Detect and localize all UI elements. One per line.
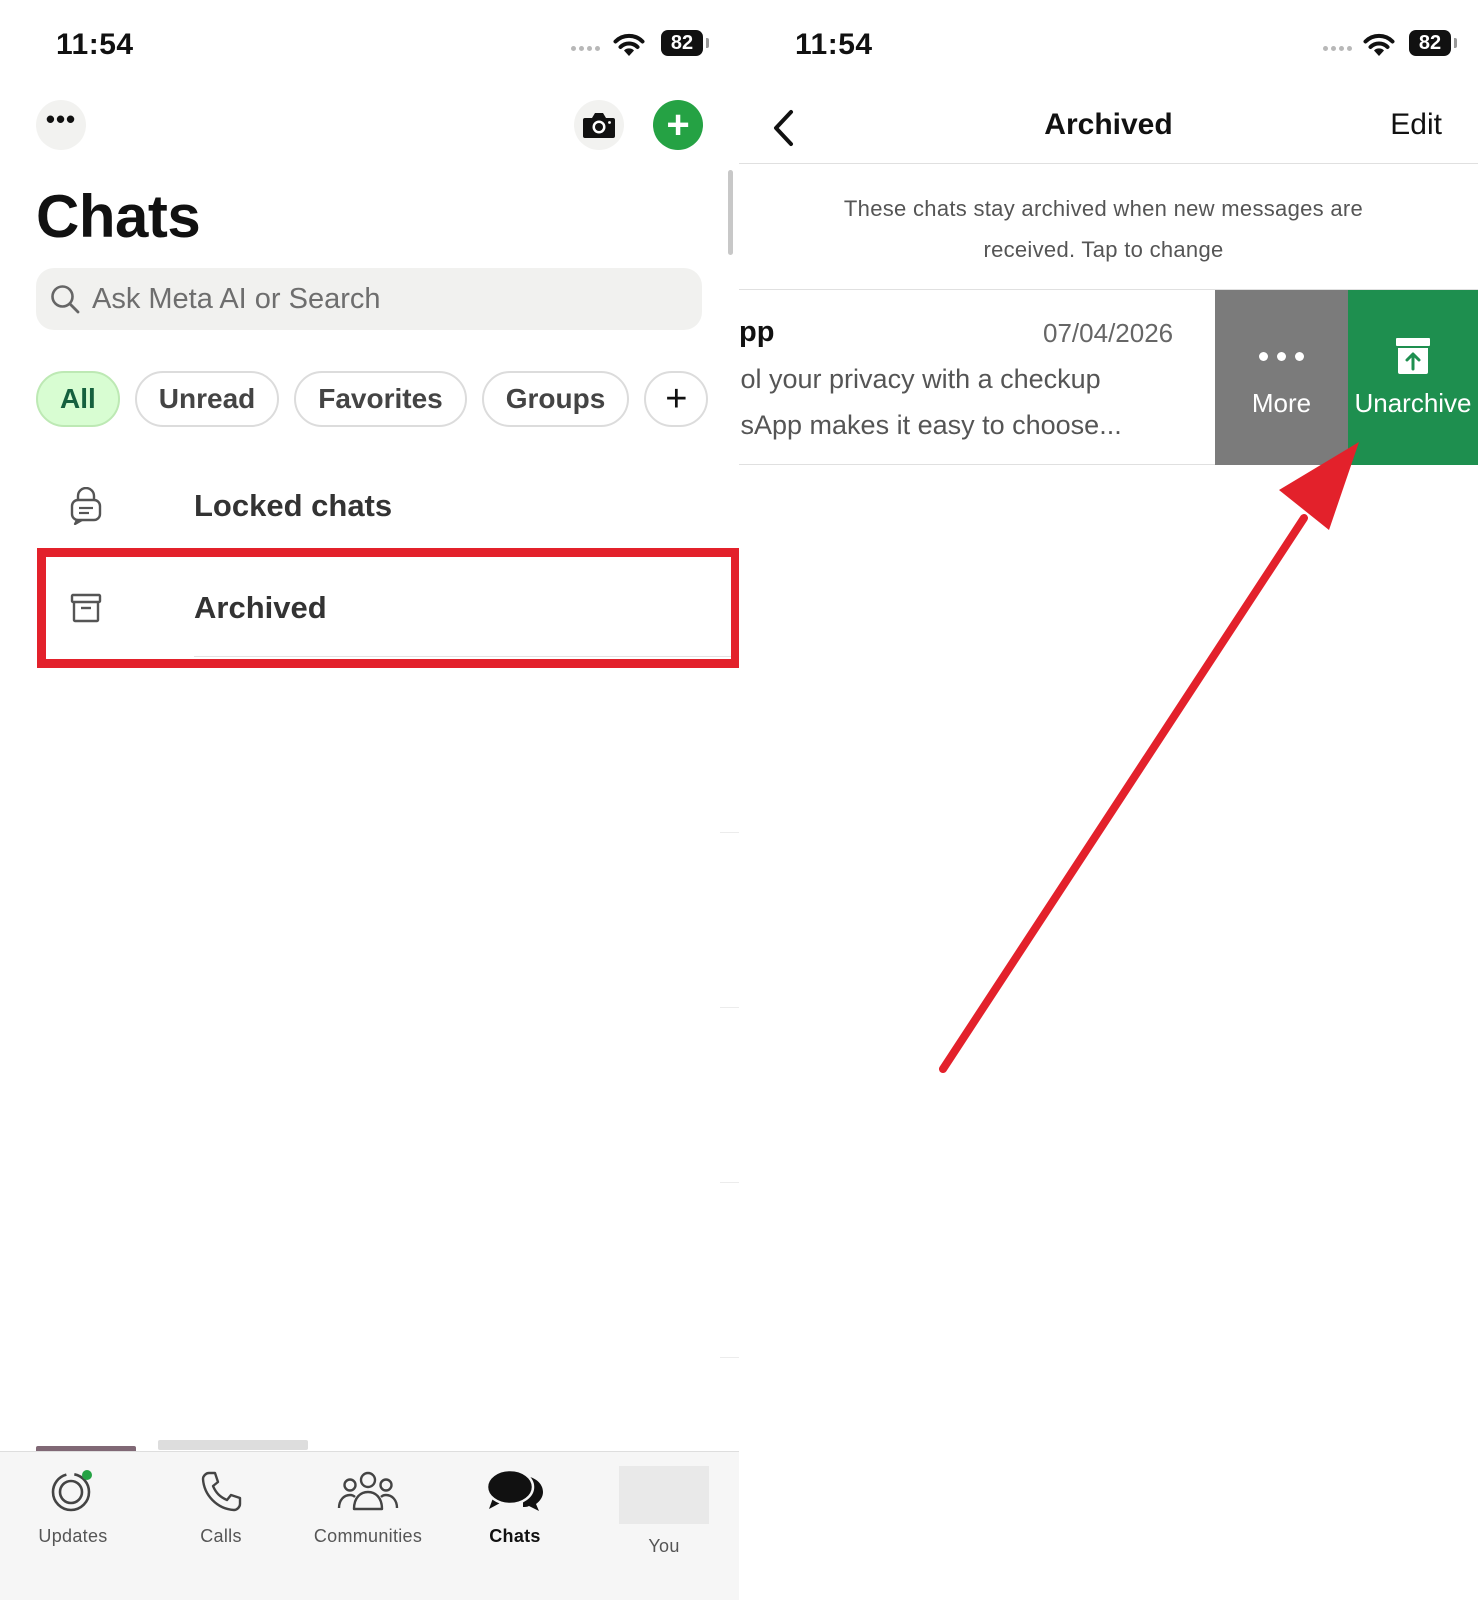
archived-screen: 11:54 82 Archived Edit These chats stay … <box>739 0 1478 1600</box>
list-divider <box>720 1182 739 1183</box>
notice-line-1: These chats stay archived when new messa… <box>843 196 1364 221</box>
wifi-icon <box>613 33 645 56</box>
status-bar: 11:54 82 <box>739 0 1478 90</box>
list-divider <box>720 832 739 833</box>
notice-line-2: received. Tap to change <box>983 237 1224 262</box>
swipe-more-button[interactable]: More <box>1215 290 1348 465</box>
unarchive-button[interactable]: Unarchive <box>1348 290 1478 465</box>
communities-icon <box>337 1466 399 1516</box>
unarchive-icon <box>1396 338 1430 374</box>
tab-calls-label: Calls <box>200 1526 242 1546</box>
ellipsis-icon <box>1259 336 1304 376</box>
tab-chats-label: Chats <box>489 1526 541 1546</box>
avatar <box>619 1466 709 1524</box>
add-filter-button[interactable]: + <box>644 371 709 427</box>
tab-chats[interactable]: Chats <box>450 1466 580 1547</box>
locked-chat-icon <box>36 487 136 525</box>
page-title: Archived <box>1044 108 1173 141</box>
tab-updates-label: Updates <box>38 1526 108 1546</box>
ellipsis-icon: ••• <box>45 104 77 134</box>
tab-you[interactable]: You <box>599 1466 729 1557</box>
search-icon <box>51 285 80 314</box>
filter-chip-unread[interactable]: Unread <box>134 371 280 427</box>
battery-indicator: 82 <box>1409 30 1457 56</box>
locked-chats-label: Locked chats <box>194 488 393 523</box>
more-options-button[interactable]: ••• <box>36 100 86 150</box>
unarchive-label: Unarchive <box>1354 388 1472 418</box>
archived-chat-row[interactable]: ıpp 07/04/2026 ıol your privacy with a c… <box>739 290 1478 465</box>
new-chat-button[interactable]: + <box>653 100 703 150</box>
search-bar[interactable] <box>36 268 702 330</box>
list-divider <box>720 1357 739 1358</box>
chat-date: 07/04/2026 <box>1043 318 1174 348</box>
cellular-signal-icon <box>1323 46 1352 51</box>
filter-chips: All Unread Favorites Groups + <box>36 371 709 427</box>
tab-communities[interactable]: Communities <box>303 1466 433 1547</box>
tab-updates[interactable]: Updates <box>8 1466 138 1547</box>
tab-you-label: You <box>648 1536 680 1556</box>
page-title: Chats <box>36 183 201 250</box>
chat-preview-peek <box>158 1440 308 1450</box>
search-input[interactable] <box>92 282 652 316</box>
chats-screen: 11:54 82 ••• + Chats Ask Meta AI or Sear… <box>0 0 739 1600</box>
tab-calls[interactable]: Calls <box>156 1466 286 1547</box>
battery-indicator: 82 <box>661 30 709 56</box>
status-time: 11:54 <box>795 28 873 61</box>
chat-preview-line-2: ısApp makes it easy to choose... <box>739 410 1122 440</box>
swipe-more-label: More <box>1251 388 1312 418</box>
edit-button[interactable]: Edit <box>1390 108 1442 142</box>
archive-settings-notice[interactable]: These chats stay archived when new messa… <box>739 164 1478 290</box>
list-divider <box>720 1007 739 1008</box>
updates-icon <box>48 1466 98 1516</box>
chat-preview-line-1: ıol your privacy with a checkup <box>739 364 1101 394</box>
wifi-icon <box>1363 33 1395 56</box>
tab-communities-label: Communities <box>313 1526 423 1546</box>
status-bar: 11:54 82 <box>0 0 739 90</box>
cellular-signal-icon <box>571 46 600 51</box>
status-time: 11:54 <box>56 28 134 61</box>
camera-icon <box>583 113 615 138</box>
navigation-header: Archived Edit <box>739 92 1478 164</box>
scroll-indicator <box>728 170 733 255</box>
phone-icon <box>199 1466 243 1516</box>
chats-icon <box>485 1466 545 1516</box>
screenshot-stage: 11:54 82 ••• + Chats Ask Meta AI or Sear… <box>0 0 1478 1600</box>
archived-highlight-box <box>37 548 739 668</box>
filter-chip-all[interactable]: All <box>36 371 120 427</box>
filter-chip-groups[interactable]: Groups <box>481 371 630 427</box>
locked-chats-row[interactable]: Locked chats <box>36 456 736 556</box>
camera-button[interactable] <box>574 100 624 150</box>
bottom-tab-bar: Updates Calls Communities Chats You <box>0 1451 739 1600</box>
chat-name: ıpp <box>739 316 775 348</box>
plus-icon: + <box>666 103 690 147</box>
filter-chip-favorites[interactable]: Favorites <box>294 371 467 427</box>
